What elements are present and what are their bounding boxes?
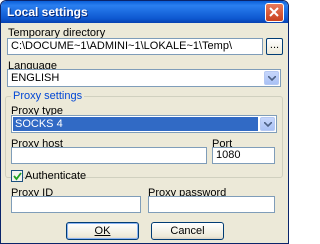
close-icon [269, 7, 279, 17]
proxy-password-input[interactable] [148, 196, 275, 213]
ok-button[interactable]: OK [66, 222, 139, 240]
temp-dir-input[interactable]: C:\DOCUME~1\ADMINI~1\LOKALE~1\Temp\ [7, 38, 263, 55]
port-input[interactable]: 1080 [212, 147, 275, 164]
proxy-host-input[interactable] [11, 147, 207, 164]
cancel-button[interactable]: Cancel [151, 222, 224, 240]
proxy-type-select[interactable]: SOCKS 4 [11, 115, 277, 133]
ok-button-label: OK [94, 225, 111, 237]
local-settings-dialog: Local settings Temporary directory C:\DO… [0, 0, 289, 244]
close-button[interactable] [265, 3, 284, 22]
proxy-type-dropdown-button[interactable] [260, 117, 275, 131]
cancel-button-label: Cancel [170, 225, 205, 237]
proxy-id-input[interactable] [11, 196, 141, 213]
authenticate-label[interactable]: Authenticate [25, 170, 86, 182]
language-selected: ENGLISH [11, 72, 60, 84]
proxy-settings-title: Proxy settings [11, 90, 85, 102]
language-dropdown-button[interactable] [264, 71, 279, 85]
chevron-down-icon [264, 122, 272, 127]
chevron-down-icon [268, 76, 276, 81]
proxy-type-selected: SOCKS 4 [15, 118, 63, 130]
authenticate-checkbox[interactable] [11, 170, 23, 182]
check-icon [13, 172, 22, 181]
title-bar: Local settings [1, 1, 288, 23]
language-select[interactable]: ENGLISH [7, 69, 281, 87]
window-title: Local settings [7, 5, 88, 19]
browse-button[interactable]: ... [266, 38, 283, 55]
